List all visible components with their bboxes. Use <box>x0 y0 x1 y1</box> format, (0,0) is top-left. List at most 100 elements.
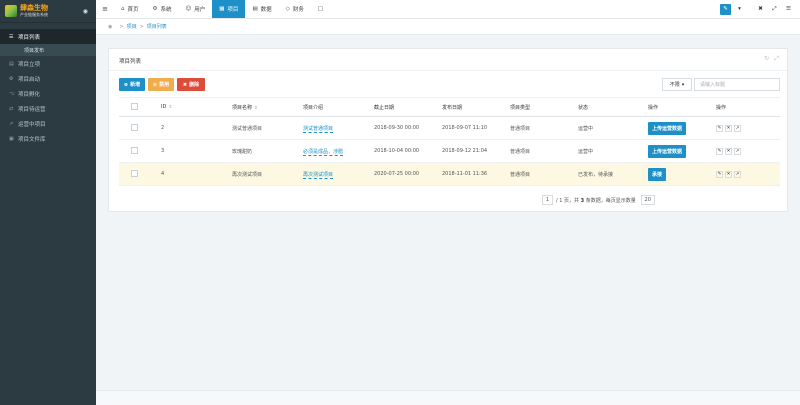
delete-button[interactable]: ✖ 删除 <box>177 78 205 91</box>
folder-icon: ▣ <box>9 135 14 142</box>
close-icon[interactable]: ✕ <box>725 124 732 132</box>
row-checkbox[interactable] <box>131 123 138 131</box>
filter-select-value: 不限 <box>669 82 680 88</box>
search-input[interactable] <box>694 78 780 91</box>
ban-icon: ⊘ <box>152 81 158 88</box>
tab-user[interactable]: ☺ 用户 <box>178 0 212 18</box>
edit-icon[interactable]: ✎ <box>720 3 731 15</box>
drop-icon[interactable]: ◉ <box>83 8 88 15</box>
brand-subtitle: 产业链服务系统 <box>20 12 48 17</box>
hamburger-icon[interactable]: ≡ <box>96 0 114 18</box>
brand-title: 肆森生物 <box>20 4 48 12</box>
sidebar-item-project-approval[interactable]: ▤ 项目立项 <box>0 56 96 71</box>
panel-title: 项目列表 <box>119 59 142 65</box>
chevron-down-icon[interactable]: ▾ <box>734 4 745 15</box>
home-icon: ⌂ <box>121 6 125 12</box>
sidebar-item-label: 项目文件库 <box>18 136 46 143</box>
sidebar-item-project-start[interactable]: ⚙ 项目启动 <box>0 71 96 86</box>
upload-data-button[interactable]: 上传运营数据 <box>648 144 687 158</box>
disable-button-label: 禁用 <box>159 82 170 88</box>
filter-select[interactable]: 不限 ▾ <box>662 78 692 91</box>
table-row: 4 再次测试项目 再次测试项目 2020-07-25 00:00 2018-11… <box>119 162 780 186</box>
sidebar-item-project-incubate[interactable]: ⌥ 项目孵化 <box>0 86 96 101</box>
cell-deadline: 2018-10-04 00:00 <box>370 139 438 163</box>
pagination: 1 / 1 页，共 3 条数据，每页显示数量 20 <box>542 195 655 205</box>
top-navbar: ≡ ⌂ 首页 ⚙ 系统 ☺ 用户 ▦ 项目 ▤ 数据 ◇ 财务 □ ✎ ▾ ✖ … <box>96 0 800 19</box>
cell-published: 2018-09-12 21:04 <box>438 139 506 163</box>
tab-project[interactable]: ▦ 项目 <box>212 0 246 18</box>
tab-data[interactable]: ▤ 数据 <box>245 0 278 18</box>
col-id[interactable]: ID ⇕ <box>157 97 228 117</box>
cell-intro-link[interactable]: 测试普通项目 <box>303 125 334 133</box>
cell-name: 测试普通项目 <box>228 116 299 140</box>
panel-tools: ↻ ⤢ <box>764 55 779 63</box>
expand-icon[interactable]: ⤢ <box>769 4 780 15</box>
refresh-icon[interactable]: ↻ <box>764 55 769 63</box>
breadcrumb-item-project-list[interactable]: 项目列表 <box>147 23 167 30</box>
sidebar-item-project-list[interactable]: ☰ 项目列表 <box>0 29 96 44</box>
cell-intro-link[interactable]: 再次测试项目 <box>303 171 334 179</box>
chart-icon[interactable]: ↗ <box>734 170 741 178</box>
page-number-input[interactable]: 1 <box>542 195 553 205</box>
col-published: 发布日期 <box>438 97 506 117</box>
sidebar-item-project-operating[interactable]: ↗ 运营中项目 <box>0 116 96 131</box>
edit-icon[interactable]: ✎ <box>716 147 723 155</box>
diamond-icon: ◇ <box>285 6 290 12</box>
disable-button[interactable]: ⊘ 禁用 <box>148 78 174 91</box>
breadcrumb-item-project[interactable]: 项目 <box>127 23 137 30</box>
fullscreen-icon[interactable]: ⤢ <box>774 55 779 63</box>
cell-status: 运营中 <box>574 139 644 163</box>
share-icon: ⌥ <box>9 90 15 97</box>
breadcrumb: ◉ > 项目 > 项目列表 <box>96 19 800 35</box>
cell-type: 普通项目 <box>506 162 574 186</box>
table-header-row: ID ⇕ 项目名称 ⇕ 项目介绍 截止日期 发布日期 项目类型 状态 操作 操作 <box>119 97 780 117</box>
shuffle-icon: ⇄ <box>9 105 14 112</box>
chart-icon[interactable]: ↗ <box>734 147 741 155</box>
sidebar-item-project-files[interactable]: ▣ 项目文件库 <box>0 131 96 146</box>
cell-id: 3 <box>157 139 228 163</box>
cell-name: 再次测试项目 <box>228 162 299 186</box>
tab-finance[interactable]: ◇ 财务 <box>279 0 311 18</box>
menu-icon[interactable]: ☰ <box>783 4 794 15</box>
tab-window[interactable]: □ <box>311 0 333 18</box>
col-deadline: 截止日期 <box>370 97 438 117</box>
row-checkbox[interactable] <box>131 169 138 177</box>
tab-home[interactable]: ⌂ 首页 <box>114 0 146 18</box>
accept-button[interactable]: 承接 <box>648 167 667 181</box>
cell-published: 2018-11-01 11:36 <box>438 162 506 186</box>
select-all-checkbox[interactable] <box>131 102 138 110</box>
page-size-input[interactable]: 20 <box>640 195 655 205</box>
user-icon: ☺ <box>185 6 192 12</box>
close-icon[interactable]: ✕ <box>725 170 732 178</box>
tab-system[interactable]: ⚙ 系统 <box>146 0 179 18</box>
trash-icon[interactable]: ✖ <box>755 4 766 15</box>
sort-icon: ⇕ <box>168 105 173 110</box>
toolbar-right: ✎ ▾ ✖ ⤢ ☰ <box>720 0 800 18</box>
close-icon[interactable]: ✕ <box>725 147 732 155</box>
sidebar-subitem-project-publish[interactable]: 项目发布 <box>0 44 96 56</box>
sidebar-item-project-pending[interactable]: ⇄ 项目待运营 <box>0 101 96 116</box>
chart-icon[interactable]: ↗ <box>734 124 741 132</box>
col-name[interactable]: 项目名称 ⇕ <box>228 97 299 117</box>
edit-icon[interactable]: ✎ <box>716 170 723 178</box>
delete-button-label: 删除 <box>189 82 200 88</box>
location-icon: ◉ <box>108 23 113 30</box>
row-checkbox[interactable] <box>131 146 138 154</box>
edit-icon[interactable]: ✎ <box>716 124 723 132</box>
grid-icon: ▦ <box>219 6 225 12</box>
list-icon: ☰ <box>9 33 14 40</box>
add-button[interactable]: ⊕ 新增 <box>119 78 145 91</box>
cell-published: 2018-09-07 11:10 <box>438 116 506 140</box>
cell-intro-link[interactable]: 必须是成品，涉腊 <box>303 148 344 156</box>
sidebar-item-label: 项目启动 <box>18 76 41 83</box>
cell-deadline: 2018-09-30 00:00 <box>370 116 438 140</box>
gear-icon: ⚙ <box>152 6 158 12</box>
col-operate: 操作 <box>712 97 780 117</box>
cell-id: 2 <box>157 116 228 140</box>
tab-label: 系统 <box>160 7 172 13</box>
upload-data-button[interactable]: 上传运营数据 <box>648 121 687 135</box>
pagination-total: 3 <box>580 197 585 204</box>
sidebar-menu: ☰ 项目列表 项目发布 ▤ 项目立项 ⚙ 项目启动 ⌥ 项目孵化 ⇄ 项目待运营… <box>0 29 96 146</box>
project-list-panel: 项目列表 ↻ ⤢ ⊕ 新增 ⊘ 禁用 ✖ 删除 不限 ▾ ID⇕ 项目名称⇕ 项… <box>108 48 788 212</box>
sort-icon: ⇕ <box>254 105 258 111</box>
